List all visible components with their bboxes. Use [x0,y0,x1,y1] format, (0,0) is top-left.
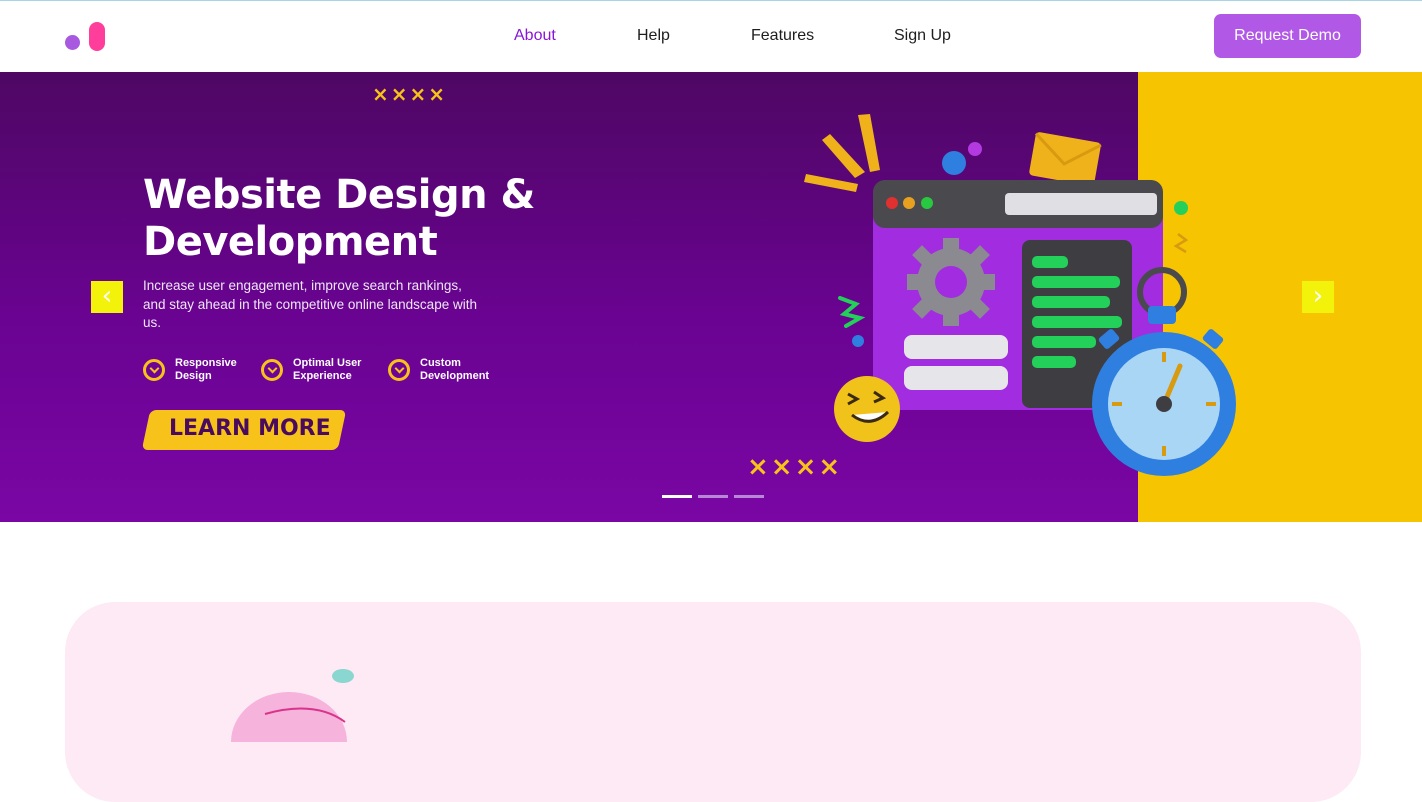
web-development-illustration [804,114,1236,476]
carousel-prev-button[interactable]: ‹ [91,281,123,313]
nav-link-about[interactable]: About [514,27,556,45]
feature-responsive-design: Responsive Design [143,357,237,383]
request-demo-button[interactable]: Request Demo [1214,14,1361,58]
chevron-right-icon: › [1312,281,1324,311]
check-circle-icon [261,359,283,381]
main-nav: About Help Features Sign Up [0,1,1422,72]
feature-optimal-ux: Optimal User Experience [261,357,361,383]
carousel-indicators [662,495,764,498]
hero-description: Increase user engagement, improve search… [143,278,477,330]
card-decoration [231,669,354,742]
pink-content-card [65,602,1361,802]
chevron-left-icon: ‹ [101,281,113,311]
carousel-dot-3[interactable] [734,495,764,498]
carousel-next-button[interactable]: › [1302,281,1334,313]
check-circle-icon [143,359,165,381]
decor-crosses-top: ×××× [372,82,448,106]
nav-link-sign-up[interactable]: Sign Up [894,27,951,45]
feature-custom-development: Custom Development [388,357,489,383]
hero-carousel: ×××× Website Design & Development Increa… [0,72,1422,522]
decor-crosses-bottom: ×××× [747,452,843,482]
carousel-dot-2[interactable] [698,495,728,498]
nav-link-help[interactable]: Help [637,27,670,45]
learn-more-button[interactable] [141,410,347,450]
nav-link-features[interactable]: Features [751,27,814,45]
hero-title: Website Design & Development [143,172,535,265]
check-circle-icon [388,359,410,381]
site-header: About Help Features Sign Up Request Demo [0,1,1422,72]
carousel-dot-1[interactable] [662,495,692,498]
